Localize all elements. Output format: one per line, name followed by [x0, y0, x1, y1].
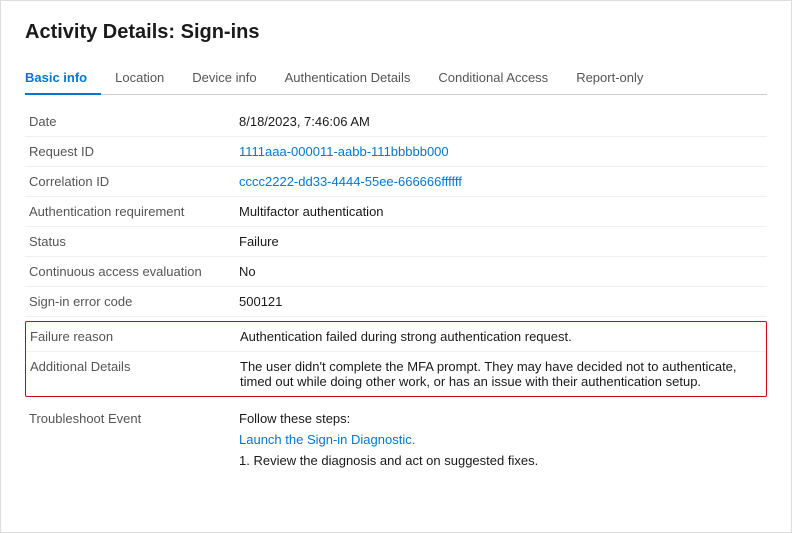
field-label-additional-details: Additional Details: [30, 359, 240, 374]
field-label-failure-reason: Failure reason: [30, 329, 240, 344]
field-row-request-id: Request ID 1111aaa-000011-aabb-111bbbbb0…: [25, 137, 767, 167]
tab-basic-info[interactable]: Basic info: [25, 62, 101, 95]
field-value-status: Failure: [239, 234, 763, 249]
highlighted-section: Failure reason Authentication failed dur…: [25, 321, 767, 397]
field-label-request-id: Request ID: [29, 144, 239, 159]
troubleshoot-label: Troubleshoot Event: [29, 411, 239, 426]
tab-content: Date 8/18/2023, 7:46:06 AM Request ID 11…: [25, 107, 767, 478]
field-label-correlation-id: Correlation ID: [29, 174, 239, 189]
field-value-auth-requirement: Multifactor authentication: [239, 204, 763, 219]
tab-location[interactable]: Location: [101, 62, 178, 95]
field-value-additional-details: The user didn't complete the MFA prompt.…: [240, 359, 762, 389]
troubleshoot-follow-text: Follow these steps:: [239, 411, 763, 426]
field-row-date: Date 8/18/2023, 7:46:06 AM: [25, 107, 767, 137]
field-row-continuous-access: Continuous access evaluation No: [25, 257, 767, 287]
field-value-failure-reason: Authentication failed during strong auth…: [240, 329, 762, 344]
tab-authentication-details[interactable]: Authentication Details: [271, 62, 425, 95]
tab-conditional-access[interactable]: Conditional Access: [424, 62, 562, 95]
field-value-continuous-access: No: [239, 264, 763, 279]
field-value-date: 8/18/2023, 7:46:06 AM: [239, 114, 763, 129]
launch-diagnostic-link[interactable]: Launch the Sign-in Diagnostic.: [239, 432, 763, 447]
activity-details-window: Activity Details: Sign-ins Basic info Lo…: [0, 0, 792, 533]
field-row-signin-error: Sign-in error code 500121: [25, 287, 767, 317]
troubleshoot-step: 1. Review the diagnosis and act on sugge…: [239, 453, 763, 468]
field-label-continuous-access: Continuous access evaluation: [29, 264, 239, 279]
field-value-request-id: 1111aaa-000011-aabb-111bbbbb000: [239, 144, 763, 159]
field-label-signin-error: Sign-in error code: [29, 294, 239, 309]
tab-bar: Basic info Location Device info Authenti…: [25, 62, 767, 95]
field-label-date: Date: [29, 114, 239, 129]
field-label-auth-requirement: Authentication requirement: [29, 204, 239, 219]
field-row-correlation-id: Correlation ID cccc2222-dd33-4444-55ee-6…: [25, 167, 767, 197]
field-row-failure-reason: Failure reason Authentication failed dur…: [26, 322, 766, 352]
troubleshoot-row: Troubleshoot Event Follow these steps: L…: [25, 401, 767, 478]
field-value-correlation-id: cccc2222-dd33-4444-55ee-666666ffffff: [239, 174, 763, 189]
tab-report-only[interactable]: Report-only: [562, 62, 657, 95]
field-value-signin-error: 500121: [239, 294, 763, 309]
field-row-auth-requirement: Authentication requirement Multifactor a…: [25, 197, 767, 227]
field-row-status: Status Failure: [25, 227, 767, 257]
page-title: Activity Details: Sign-ins: [25, 21, 767, 44]
troubleshoot-content: Follow these steps: Launch the Sign-in D…: [239, 411, 763, 468]
field-label-status: Status: [29, 234, 239, 249]
field-row-additional-details: Additional Details The user didn't compl…: [26, 352, 766, 396]
tab-device-info[interactable]: Device info: [178, 62, 270, 95]
